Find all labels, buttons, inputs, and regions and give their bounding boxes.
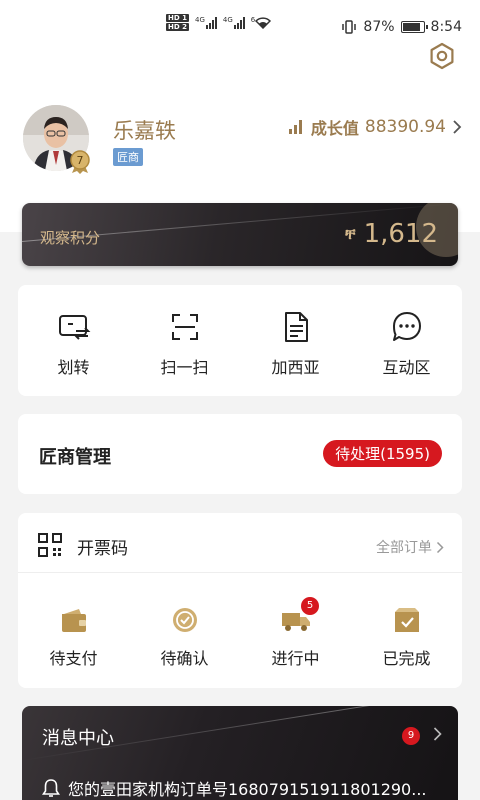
settings-icon[interactable] [428, 42, 456, 70]
level-number: 7 [77, 154, 84, 167]
order-status-completed[interactable]: 已完成 [351, 605, 462, 669]
transfer-card-icon [58, 315, 90, 340]
order-status-label: 进行中 [271, 649, 320, 668]
wifi-icon: 6 [251, 16, 272, 29]
order-status-label: 已完成 [382, 649, 431, 668]
message-center-card[interactable]: 消息中心 9 您的壹田家机构订单号16807915191180129​0... [22, 706, 458, 800]
role-badge: 匠商 [113, 148, 143, 166]
hd1-label: HD 1 [166, 14, 189, 22]
order-status-label: 待确认 [160, 649, 209, 668]
bell-icon [42, 779, 60, 797]
quick-action-label: 扫一扫 [160, 358, 209, 377]
chevron-right-icon [436, 541, 444, 553]
scan-icon [171, 314, 198, 340]
order-status-label: 待支付 [49, 649, 98, 668]
network1-label: 4G [194, 15, 205, 24]
user-name: 乐嘉轶 [113, 119, 176, 143]
latest-message[interactable]: 您的壹田家机构订单号16807915191180129​0... [42, 776, 427, 800]
quick-action-interact[interactable]: 互动区 [351, 285, 462, 396]
clock: 8:54 [430, 19, 462, 35]
growth-label: 成长值 [310, 119, 359, 138]
battery-icon [400, 21, 428, 33]
pending-button[interactable]: 待处理(1595) [323, 440, 442, 467]
quick-actions-card: 划转 扫一扫 加西亚 互动区 [18, 285, 462, 396]
status-bar: HD 1 HD 2 4G 4G 6 87% 8:54 [0, 0, 480, 44]
points-amount: ቸ 1,612 [345, 219, 438, 249]
order-status-confirm[interactable]: 待确认 [129, 605, 240, 669]
management-card[interactable]: 匠商管理 待处理(1595) [18, 414, 462, 494]
points-card[interactable]: 观察积分 ቸ 1,612 [22, 203, 458, 266]
coin-icon: ቸ [345, 225, 356, 243]
confirm-icon [172, 608, 197, 632]
orders-status-row: 待支付 待确认 5 进行中 已完成 [18, 597, 462, 669]
points-label: 观察积分 [40, 229, 101, 247]
chevron-right-icon [433, 727, 442, 741]
growth-value-link[interactable]: 成长值 88390.94 [288, 115, 462, 139]
order-status-unpaid[interactable]: 待支付 [18, 605, 129, 669]
network2-label: 4G [222, 15, 233, 24]
status-right: 87% 8:54 [341, 19, 462, 35]
box-check-icon [394, 608, 419, 632]
level-badge-icon: 7 [70, 150, 90, 174]
signal2-icon: 4G [222, 15, 245, 29]
hd-icon: HD 1 HD 2 [166, 14, 189, 31]
all-orders-label: 全部订单 [376, 540, 432, 556]
battery-percent: 87% [363, 19, 395, 35]
order-status-in-progress[interactable]: 5 进行中 [240, 597, 351, 669]
chat-bubble-icon [392, 312, 421, 341]
quick-action-transfer[interactable]: 划转 [18, 285, 129, 396]
quick-action-label: 划转 [57, 358, 90, 377]
chevron-right-icon [453, 120, 462, 134]
quick-action-document[interactable]: 加西亚 [240, 285, 351, 396]
all-orders-link[interactable]: 全部订单 [376, 537, 444, 557]
document-icon [284, 312, 308, 342]
message-count-badge: 9 [402, 727, 420, 745]
orders-title: 开票码 [77, 539, 128, 559]
orders-header: 开票码 全部订单 [18, 513, 462, 573]
wallet-icon [61, 609, 86, 632]
growth-value: 88390.94 [364, 117, 446, 137]
quick-action-label: 加西亚 [271, 358, 320, 377]
in-progress-badge: 5 [301, 597, 319, 615]
qr-code-icon [38, 533, 62, 557]
bar-chart-icon [288, 120, 302, 134]
orders-card: 开票码 全部订单 待支付 待确认 5 进行中 已完成 [18, 513, 462, 688]
hd2-label: HD 2 [166, 23, 189, 31]
management-title: 匠商管理 [39, 447, 111, 468]
points-value: 1,612 [363, 219, 438, 249]
quick-action-scan[interactable]: 扫一扫 [129, 285, 240, 396]
latest-message-text: 您的壹田家机构订单号16807915191180129​0... [68, 780, 427, 799]
quick-action-label: 互动区 [382, 358, 431, 377]
vibrate-icon [342, 20, 357, 34]
status-left: HD 1 HD 2 4G 4G 6 [166, 14, 272, 31]
signal-icon: 4G [194, 15, 217, 29]
message-center-title: 消息中心 [42, 728, 114, 749]
